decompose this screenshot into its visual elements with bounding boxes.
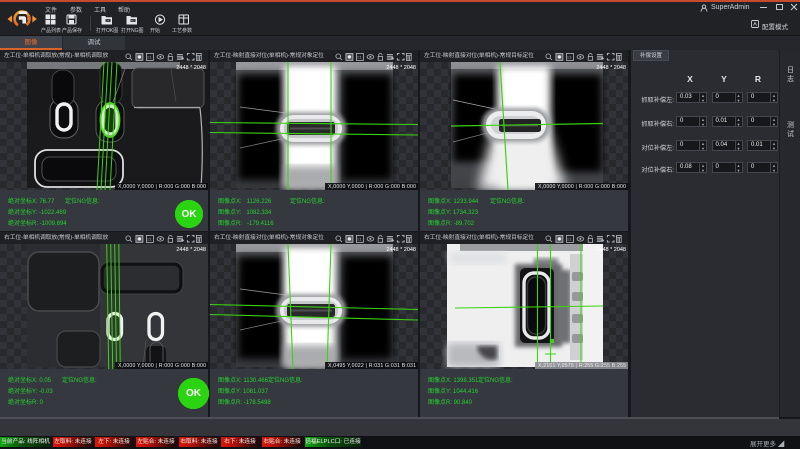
svg-text:2448 * 2048: 2448 * 2048 — [596, 247, 626, 253]
svg-text:1:1: 1:1 — [357, 237, 362, 241]
svg-text:OK: OK — [106, 19, 110, 23]
svg-text:2448 * 2048: 2448 * 2048 — [386, 65, 416, 71]
svg-text:1:1: 1:1 — [567, 237, 572, 241]
svg-text:1:1: 1:1 — [567, 55, 572, 59]
svg-text:2448 * 2048: 2448 * 2048 — [596, 65, 626, 71]
svg-text:NG: NG — [131, 19, 135, 23]
svg-text:2448 * 2048: 2448 * 2048 — [176, 65, 206, 71]
svg-text:1:1: 1:1 — [357, 55, 362, 59]
svg-text:2448 * 2048: 2448 * 2048 — [386, 247, 416, 253]
svg-text:1:1: 1:1 — [147, 237, 152, 241]
svg-text:2448 * 2048: 2448 * 2048 — [176, 247, 206, 253]
svg-text:1:1: 1:1 — [147, 55, 152, 59]
